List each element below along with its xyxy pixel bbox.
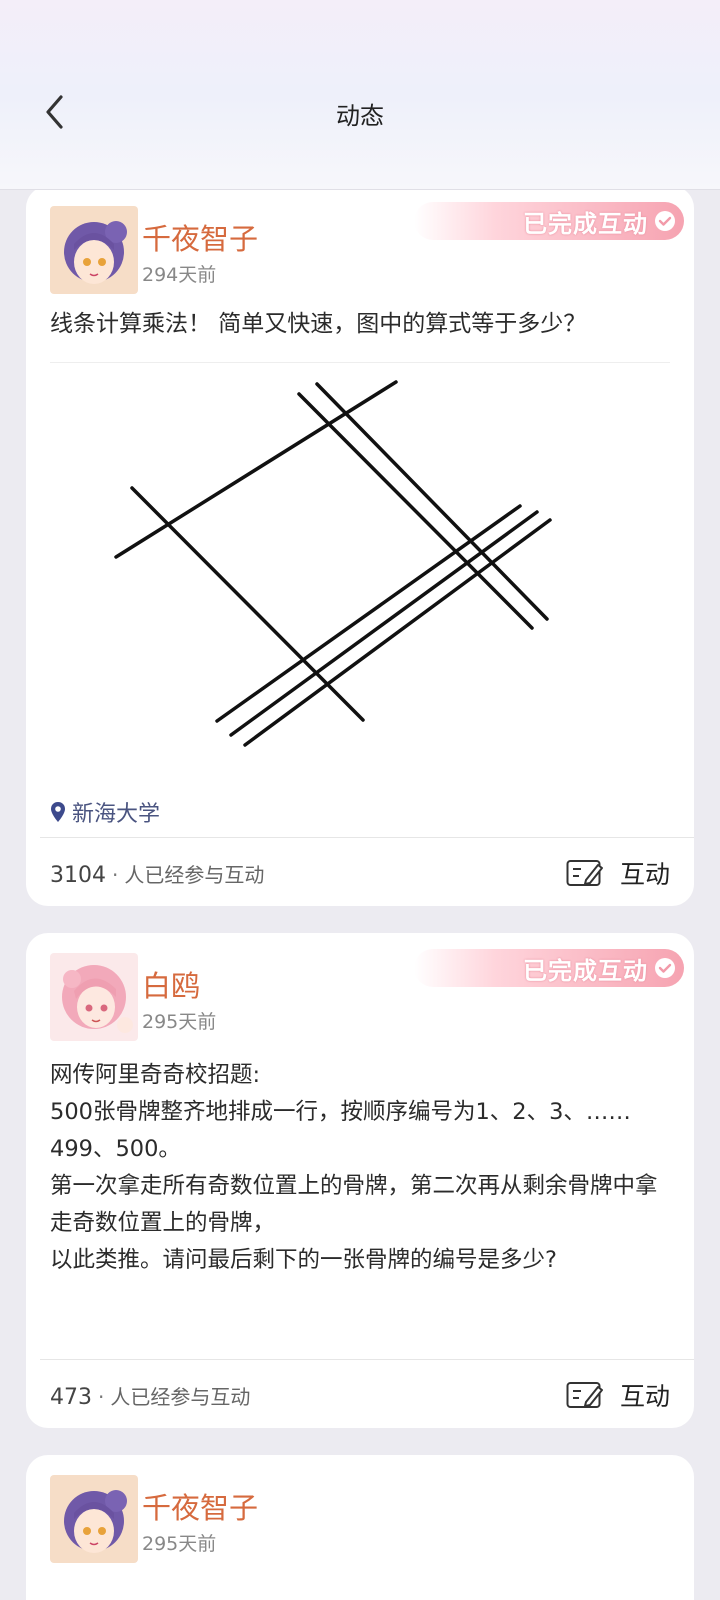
post-time: 294天前	[142, 264, 217, 286]
post-card[interactable]: 千夜智子 294天前 已完成互动 线条计算乘法！ 简单又快速，图中的算式等于多少…	[26, 186, 694, 906]
check-circle-icon	[654, 210, 676, 232]
completed-badge-label: 已完成互动	[523, 208, 648, 238]
post-image[interactable]	[50, 366, 660, 776]
avatar[interactable]	[50, 206, 138, 294]
edit-note-icon	[566, 1380, 604, 1410]
interact-label: 互动	[619, 860, 670, 889]
dot-separator: ·	[98, 1384, 105, 1409]
completed-badge: 已完成互动	[414, 202, 684, 240]
check-circle-icon	[654, 957, 676, 979]
post-time: 295天前	[142, 1011, 217, 1033]
divider	[50, 362, 670, 363]
avatar[interactable]	[50, 1475, 138, 1563]
interact-button[interactable]: 互动	[566, 855, 670, 891]
location-label: 新海大学	[72, 802, 161, 827]
interact-label: 互动	[619, 1382, 670, 1411]
participant-info: 473 · 人已经参与互动	[50, 1381, 250, 1410]
edit-note-icon	[566, 858, 604, 888]
line-multiplication-figure	[50, 366, 660, 776]
post-text: 网传阿里奇奇校招题: 500张骨牌整齐地排成一行，按顺序编号为1、2、3、……4…	[50, 1062, 658, 1273]
participant-info: 3104 · 人已经参与互动	[50, 859, 264, 888]
footer-divider	[40, 837, 694, 838]
participant-count: 3104	[50, 862, 106, 888]
location-pin-icon	[50, 801, 66, 823]
participant-count: 473	[50, 1384, 92, 1410]
completed-badge-label: 已完成互动	[523, 955, 648, 985]
participant-label: 人已经参与互动	[124, 862, 265, 887]
top-bar: 动态	[0, 0, 720, 190]
page-title: 动态	[336, 102, 384, 130]
post-time: 295天前	[142, 1533, 217, 1555]
participant-label: 人已经参与互动	[110, 1384, 251, 1409]
username[interactable]: 千夜智子	[142, 216, 258, 258]
post-text: 线条计算乘法！ 简单又快速，图中的算式等于多少？	[50, 311, 587, 337]
post-footer: 473 · 人已经参与互动 互动	[50, 1375, 670, 1415]
username[interactable]: 白鸥	[142, 963, 200, 1005]
location-tag[interactable]: 新海大学	[50, 796, 160, 828]
footer-divider	[40, 1359, 694, 1360]
completed-badge: 已完成互动	[414, 949, 684, 987]
post-footer: 3104 · 人已经参与互动 互动	[50, 853, 670, 893]
dot-separator: ·	[112, 862, 119, 887]
post-card[interactable]: 千夜智子 295天前	[26, 1455, 694, 1600]
post-card[interactable]: 白鸥 295天前 已完成互动 网传阿里奇奇校招题: 500张骨牌整齐地排成一行，…	[26, 933, 694, 1428]
username[interactable]: 千夜智子	[142, 1485, 258, 1527]
interact-button[interactable]: 互动	[566, 1377, 670, 1413]
avatar[interactable]	[50, 953, 138, 1041]
